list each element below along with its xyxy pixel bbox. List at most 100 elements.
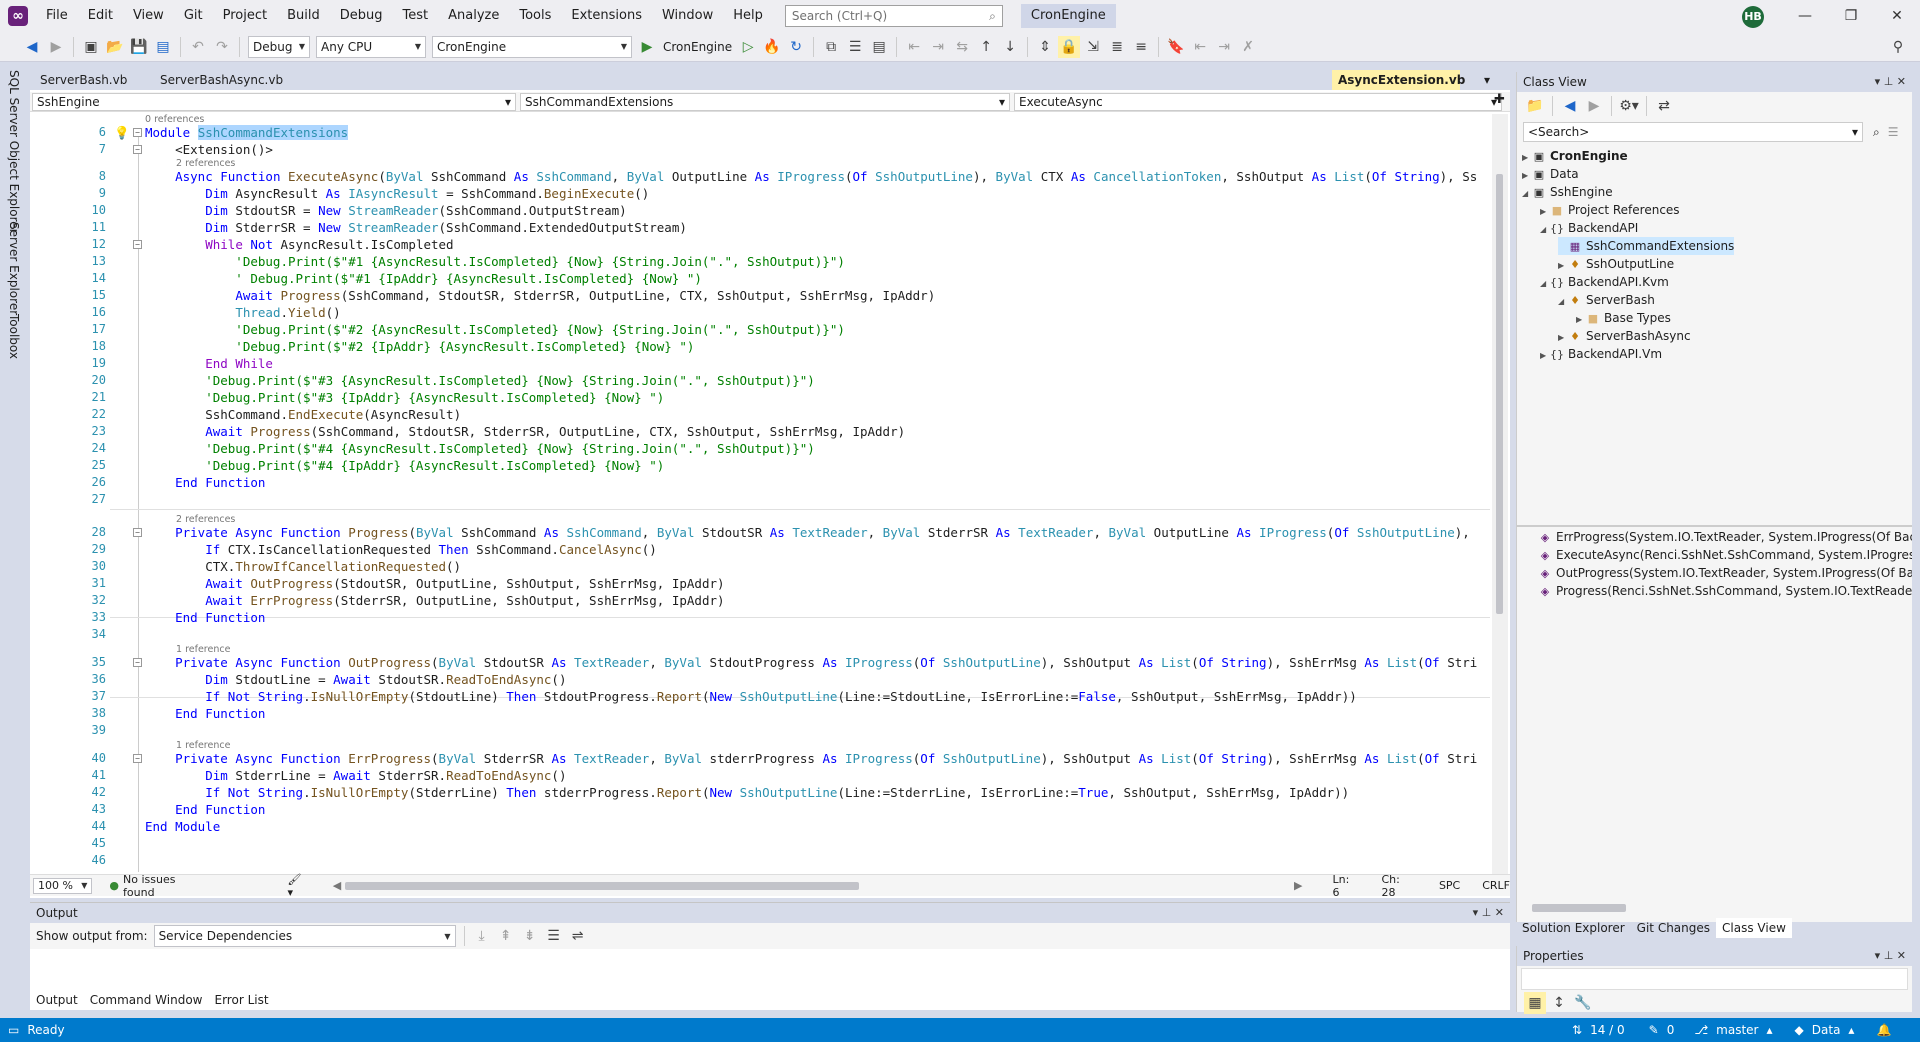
line-ending-indicator[interactable]: CRLF: [1482, 879, 1510, 892]
collapse-arrow-icon[interactable]: ◢: [1540, 275, 1550, 293]
move-up-icon[interactable]: ↑: [975, 36, 997, 58]
tree-item-sshcommandextensions[interactable]: ▦ SshCommandExtensions: [1558, 237, 1735, 255]
zoom-select[interactable]: 100 % ▼: [33, 877, 93, 894]
menu-view[interactable]: View: [123, 0, 174, 32]
global-search-input[interactable]: Search (Ctrl+Q) ⌕: [784, 5, 1003, 27]
platform-select[interactable]: Any CPU ▼: [316, 35, 426, 58]
navigate-forward-icon[interactable]: ▶: [45, 36, 67, 58]
column-indicator[interactable]: Ch: 28: [1382, 873, 1417, 899]
save-all-icon[interactable]: ▤: [152, 36, 174, 58]
menu-git[interactable]: Git: [174, 0, 213, 32]
toggle-comment-icon[interactable]: ≡: [1130, 36, 1152, 58]
new-project-icon[interactable]: ▣: [80, 36, 102, 58]
whitespace-indicator[interactable]: SPC: [1439, 879, 1460, 892]
layout-icon[interactable]: ☰: [844, 36, 866, 58]
lightbulb-icon[interactable]: 💡: [114, 124, 130, 141]
menu-test[interactable]: Test: [393, 0, 439, 32]
prev-message-icon[interactable]: ⇞: [495, 925, 517, 947]
code-cleanup-icon[interactable]: 🖌▾: [287, 873, 306, 899]
fold-toggle[interactable]: −: [133, 754, 142, 763]
chevron-down-icon[interactable]: ▾: [1875, 949, 1881, 962]
property-pages-icon[interactable]: 🔧: [1572, 992, 1594, 1014]
menu-project[interactable]: Project: [213, 0, 277, 32]
class-view-splitter[interactable]: [1516, 525, 1912, 527]
fold-toggle[interactable]: −: [133, 128, 142, 137]
fold-toggle[interactable]: −: [133, 528, 142, 537]
user-avatar[interactable]: HB: [1742, 6, 1764, 28]
menu-tools[interactable]: Tools: [509, 0, 561, 32]
alphabetical-icon[interactable]: ↕: [1548, 992, 1570, 1014]
browser-link-icon[interactable]: ⧉: [820, 36, 842, 58]
repository-name[interactable]: Data: [1812, 1023, 1841, 1037]
branch-name[interactable]: master: [1716, 1023, 1758, 1037]
clear-bookmarks-icon[interactable]: ✗: [1237, 36, 1259, 58]
tab-error-list[interactable]: Error List: [209, 990, 275, 1010]
pin-icon[interactable]: ⊥: [1884, 949, 1894, 962]
bookmark-icon[interactable]: 🔖: [1165, 36, 1187, 58]
refresh-icon[interactable]: ↻: [785, 36, 807, 58]
tree-item-serverbash[interactable]: ◢ ♦ ServerBash: [1558, 291, 1655, 309]
code-editor[interactable]: 0 references 6 💡 − Module SshCommandExtensi…: [30, 114, 1490, 872]
menu-extensions[interactable]: Extensions: [561, 0, 652, 32]
clear-search-icon[interactable]: ☰: [1888, 125, 1899, 139]
collapse-arrow-icon[interactable]: ◢: [1558, 293, 1568, 311]
member-item-errprogress[interactable]: ◈ ErrProgress(System.IO.TextReader, Syste…: [1538, 528, 1912, 546]
class-view-search-input[interactable]: <Search> ▾: [1523, 122, 1863, 142]
fold-toggle[interactable]: −: [133, 658, 142, 667]
categorized-icon[interactable]: ▦: [1524, 992, 1546, 1014]
tree-item-cronengine[interactable]: ▶ ▣ CronEngine: [1522, 147, 1628, 165]
collapse-arrow-icon[interactable]: ◢: [1540, 221, 1550, 239]
save-icon[interactable]: 💾: [128, 36, 150, 58]
tab-serverbashasync[interactable]: ServerBashAsync.vb: [154, 70, 289, 90]
scroll-right-icon[interactable]: ▶: [1294, 879, 1302, 892]
bookmark-prev-file-icon[interactable]: ⇤: [1189, 36, 1211, 58]
member-item-executeasync[interactable]: ◈ ExecuteAsync(Renci.SshNet.SshCommand, S…: [1538, 546, 1912, 564]
chevron-down-icon[interactable]: ▾: [1473, 906, 1479, 919]
menu-window[interactable]: Window: [652, 0, 723, 32]
notifications-bell-icon[interactable]: 🔔: [1876, 1023, 1891, 1037]
split-window-icon[interactable]: ✚: [1494, 92, 1505, 107]
format-icon[interactable]: ≣: [1106, 36, 1128, 58]
move-down-icon[interactable]: ↓: [999, 36, 1021, 58]
tree-item-data[interactable]: ▶ ▣ Data: [1522, 165, 1579, 183]
member-item-progress[interactable]: ◈ Progress(Renci.SshNet.SshCommand, Syste…: [1538, 582, 1912, 600]
close-icon[interactable]: ✕: [1897, 75, 1906, 88]
menu-analyze[interactable]: Analyze: [438, 0, 509, 32]
comment-icon[interactable]: ▤: [868, 36, 890, 58]
tab-solution-explorer[interactable]: Solution Explorer: [1516, 918, 1631, 938]
bookmark-prev-icon[interactable]: ⇤: [903, 36, 925, 58]
navigate-back-icon[interactable]: ◀: [21, 36, 43, 58]
tab-git-changes[interactable]: Git Changes: [1631, 918, 1716, 938]
menu-edit[interactable]: Edit: [78, 0, 123, 32]
menu-file[interactable]: File: [36, 0, 78, 32]
back-icon[interactable]: ◀: [1559, 95, 1581, 117]
bookmark-next-file-icon[interactable]: ⇥: [1213, 36, 1235, 58]
hot-reload-icon[interactable]: 🔥: [761, 36, 783, 58]
tab-overflow-chevron-down-icon[interactable]: ▾: [1478, 70, 1496, 90]
word-wrap-icon[interactable]: ⇌: [567, 925, 589, 947]
output-source-select[interactable]: Service Dependencies ▼: [153, 925, 456, 947]
issues-status[interactable]: No issues found: [123, 873, 209, 899]
bookmark-toggle-icon[interactable]: ⇆: [951, 36, 973, 58]
configuration-select[interactable]: Debug ▼: [248, 35, 310, 58]
tab-output[interactable]: Output: [30, 990, 84, 1010]
properties-object-select[interactable]: [1521, 968, 1908, 990]
expand-arrow-icon[interactable]: ▶: [1540, 347, 1550, 365]
forward-icon[interactable]: ▶: [1583, 95, 1605, 117]
step-icon[interactable]: ⇕: [1034, 36, 1056, 58]
output-window-icon[interactable]: ▭: [8, 1023, 19, 1037]
live-share-icon[interactable]: ⚲: [1887, 36, 1909, 58]
minimize-button[interactable]: —: [1782, 0, 1828, 32]
line-indicator[interactable]: Ln: 6: [1333, 873, 1360, 899]
start-without-debugging-icon[interactable]: ▷: [737, 36, 759, 58]
scroll-left-icon[interactable]: ◀: [333, 879, 341, 892]
new-folder-icon[interactable]: 📁: [1524, 95, 1546, 117]
fold-toggle[interactable]: −: [133, 145, 142, 154]
close-icon[interactable]: ✕: [1495, 906, 1504, 919]
start-debugging-icon[interactable]: ▶: [636, 36, 658, 58]
lock-icon[interactable]: 🔒: [1058, 35, 1081, 58]
menu-build[interactable]: Build: [277, 0, 330, 32]
next-message-icon[interactable]: ⇟: [519, 925, 541, 947]
sql-server-object-explorer-tab[interactable]: SQL Server Object Explorer: [7, 70, 21, 234]
class-view-horizontal-scrollbar-thumb[interactable]: [1532, 904, 1626, 912]
